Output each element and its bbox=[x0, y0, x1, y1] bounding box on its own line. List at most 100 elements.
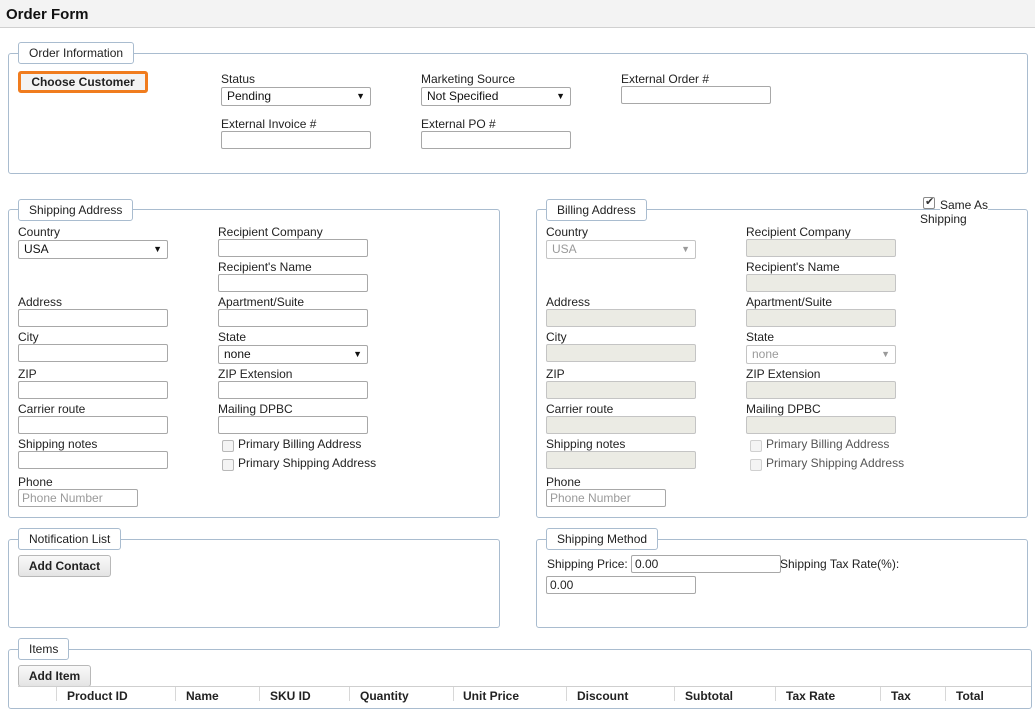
same-as-shipping-label-line1: Same As bbox=[940, 198, 989, 212]
external-invoice-label: External Invoice # bbox=[221, 117, 317, 131]
items-legend: Items bbox=[18, 638, 70, 660]
caret-down-icon: ▼ bbox=[556, 91, 565, 101]
billing-carrier-label: Carrier route bbox=[546, 402, 614, 416]
billing-primary-billing-checkbox[interactable] bbox=[750, 440, 762, 452]
shipping-dpbc-input[interactable] bbox=[218, 416, 368, 434]
shipping-address-input[interactable] bbox=[18, 309, 168, 327]
shipping-method-legend: Shipping Method bbox=[546, 528, 659, 550]
shipping-country-value: USA bbox=[24, 242, 49, 256]
billing-dpbc-input[interactable] bbox=[746, 416, 896, 434]
billing-company-input[interactable] bbox=[746, 239, 896, 257]
shipping-company-input[interactable] bbox=[218, 239, 368, 257]
add-item-button[interactable]: Add Item bbox=[18, 665, 91, 687]
billing-city-input[interactable] bbox=[546, 344, 696, 362]
shipping-tax-rate-label: Shipping Tax Rate(%): bbox=[780, 557, 900, 571]
column-header-tax-rate[interactable]: Tax Rate bbox=[786, 689, 835, 703]
billing-phone-label: Phone bbox=[546, 475, 581, 489]
billing-city-label: City bbox=[546, 330, 567, 344]
shipping-notes-input[interactable] bbox=[18, 451, 168, 469]
items-table-header: Product ID Name SKU ID Quantity Unit Pri… bbox=[18, 686, 1031, 703]
title-bar: Order Form bbox=[0, 0, 1035, 28]
column-header-name[interactable]: Name bbox=[186, 689, 219, 703]
add-contact-button[interactable]: Add Contact bbox=[18, 555, 111, 577]
shipping-address-legend: Shipping Address bbox=[18, 199, 134, 221]
billing-dpbc-label: Mailing DPBC bbox=[746, 402, 821, 416]
choose-customer-button[interactable]: Choose Customer bbox=[18, 71, 148, 93]
shipping-city-input[interactable] bbox=[18, 344, 168, 362]
shipping-country-select[interactable]: USA ▼ bbox=[18, 240, 168, 259]
column-header-tax[interactable]: Tax bbox=[891, 689, 911, 703]
billing-country-value: USA bbox=[552, 242, 577, 256]
external-po-input[interactable] bbox=[421, 131, 571, 149]
billing-zip-input[interactable] bbox=[546, 381, 696, 399]
column-divider bbox=[349, 687, 350, 701]
column-header-discount[interactable]: Discount bbox=[577, 689, 628, 703]
shipping-name-label: Recipient's Name bbox=[218, 260, 312, 274]
column-header-subtotal[interactable]: Subtotal bbox=[685, 689, 733, 703]
marketing-source-label: Marketing Source bbox=[421, 72, 516, 86]
column-header-quantity[interactable]: Quantity bbox=[360, 689, 409, 703]
billing-zip-label: ZIP bbox=[546, 367, 565, 381]
billing-address-input[interactable] bbox=[546, 309, 696, 327]
shipping-zip-ext-label: ZIP Extension bbox=[218, 367, 293, 381]
status-select-value: Pending bbox=[227, 89, 272, 103]
shipping-tax-rate-input[interactable]: 0.00 bbox=[546, 576, 696, 594]
column-divider bbox=[175, 687, 176, 701]
status-select[interactable]: Pending ▼ bbox=[221, 87, 371, 106]
shipping-apt-input[interactable] bbox=[218, 309, 368, 327]
shipping-company-label: Recipient Company bbox=[218, 225, 323, 239]
billing-primary-shipping-checkbox[interactable] bbox=[750, 459, 762, 471]
column-divider bbox=[259, 687, 260, 701]
column-divider bbox=[674, 687, 675, 701]
shipping-price-input[interactable]: 0.00 bbox=[631, 555, 781, 573]
billing-phone-input[interactable]: Phone Number bbox=[546, 489, 666, 507]
billing-zip-ext-label: ZIP Extension bbox=[746, 367, 821, 381]
column-header-unit-price[interactable]: Unit Price bbox=[463, 689, 519, 703]
billing-carrier-input[interactable] bbox=[546, 416, 696, 434]
billing-notes-input[interactable] bbox=[546, 451, 696, 469]
column-divider bbox=[56, 687, 57, 701]
billing-state-select[interactable]: none ▼ bbox=[746, 345, 896, 364]
shipping-primary-shipping-label: Primary Shipping Address bbox=[238, 456, 377, 470]
status-label: Status bbox=[221, 72, 256, 86]
shipping-state-select[interactable]: none ▼ bbox=[218, 345, 368, 364]
column-header-total[interactable]: Total bbox=[956, 689, 984, 703]
column-divider bbox=[880, 687, 881, 701]
same-as-shipping-checkbox[interactable] bbox=[923, 195, 935, 209]
billing-state-value: none bbox=[752, 347, 779, 361]
items-panel bbox=[8, 649, 1032, 709]
column-divider bbox=[945, 687, 946, 701]
column-header-sku-id[interactable]: SKU ID bbox=[270, 689, 311, 703]
shipping-zip-input[interactable] bbox=[18, 381, 168, 399]
billing-address-legend: Billing Address bbox=[546, 199, 647, 221]
billing-zip-ext-input[interactable] bbox=[746, 381, 896, 399]
billing-name-label: Recipient's Name bbox=[746, 260, 840, 274]
shipping-primary-shipping-checkbox[interactable] bbox=[222, 459, 234, 471]
shipping-zip-label: ZIP bbox=[18, 367, 37, 381]
shipping-primary-billing-label: Primary Billing Address bbox=[238, 437, 362, 451]
billing-country-select[interactable]: USA ▼ bbox=[546, 240, 696, 259]
billing-apt-input[interactable] bbox=[746, 309, 896, 327]
shipping-state-value: none bbox=[224, 347, 251, 361]
shipping-carrier-input[interactable] bbox=[18, 416, 168, 434]
billing-address-label: Address bbox=[546, 295, 591, 309]
marketing-source-value: Not Specified bbox=[427, 89, 499, 103]
external-order-label: External Order # bbox=[621, 72, 710, 86]
shipping-state-label: State bbox=[218, 330, 247, 344]
shipping-phone-input[interactable]: Phone Number bbox=[18, 489, 138, 507]
shipping-zip-ext-input[interactable] bbox=[218, 381, 368, 399]
column-header-product-id[interactable]: Product ID bbox=[67, 689, 128, 703]
external-order-input[interactable] bbox=[621, 86, 771, 104]
billing-country-label: Country bbox=[546, 225, 589, 239]
shipping-name-input[interactable] bbox=[218, 274, 368, 292]
page-title: Order Form bbox=[6, 6, 89, 23]
billing-notes-label: Shipping notes bbox=[546, 437, 626, 451]
external-po-label: External PO # bbox=[421, 117, 496, 131]
shipping-primary-billing-checkbox[interactable] bbox=[222, 440, 234, 452]
same-as-shipping-label-line2: Shipping bbox=[920, 212, 967, 226]
notification-list-panel bbox=[8, 539, 500, 628]
caret-down-icon: ▼ bbox=[356, 91, 365, 101]
external-invoice-input[interactable] bbox=[221, 131, 371, 149]
billing-name-input[interactable] bbox=[746, 274, 896, 292]
marketing-source-select[interactable]: Not Specified ▼ bbox=[421, 87, 571, 106]
